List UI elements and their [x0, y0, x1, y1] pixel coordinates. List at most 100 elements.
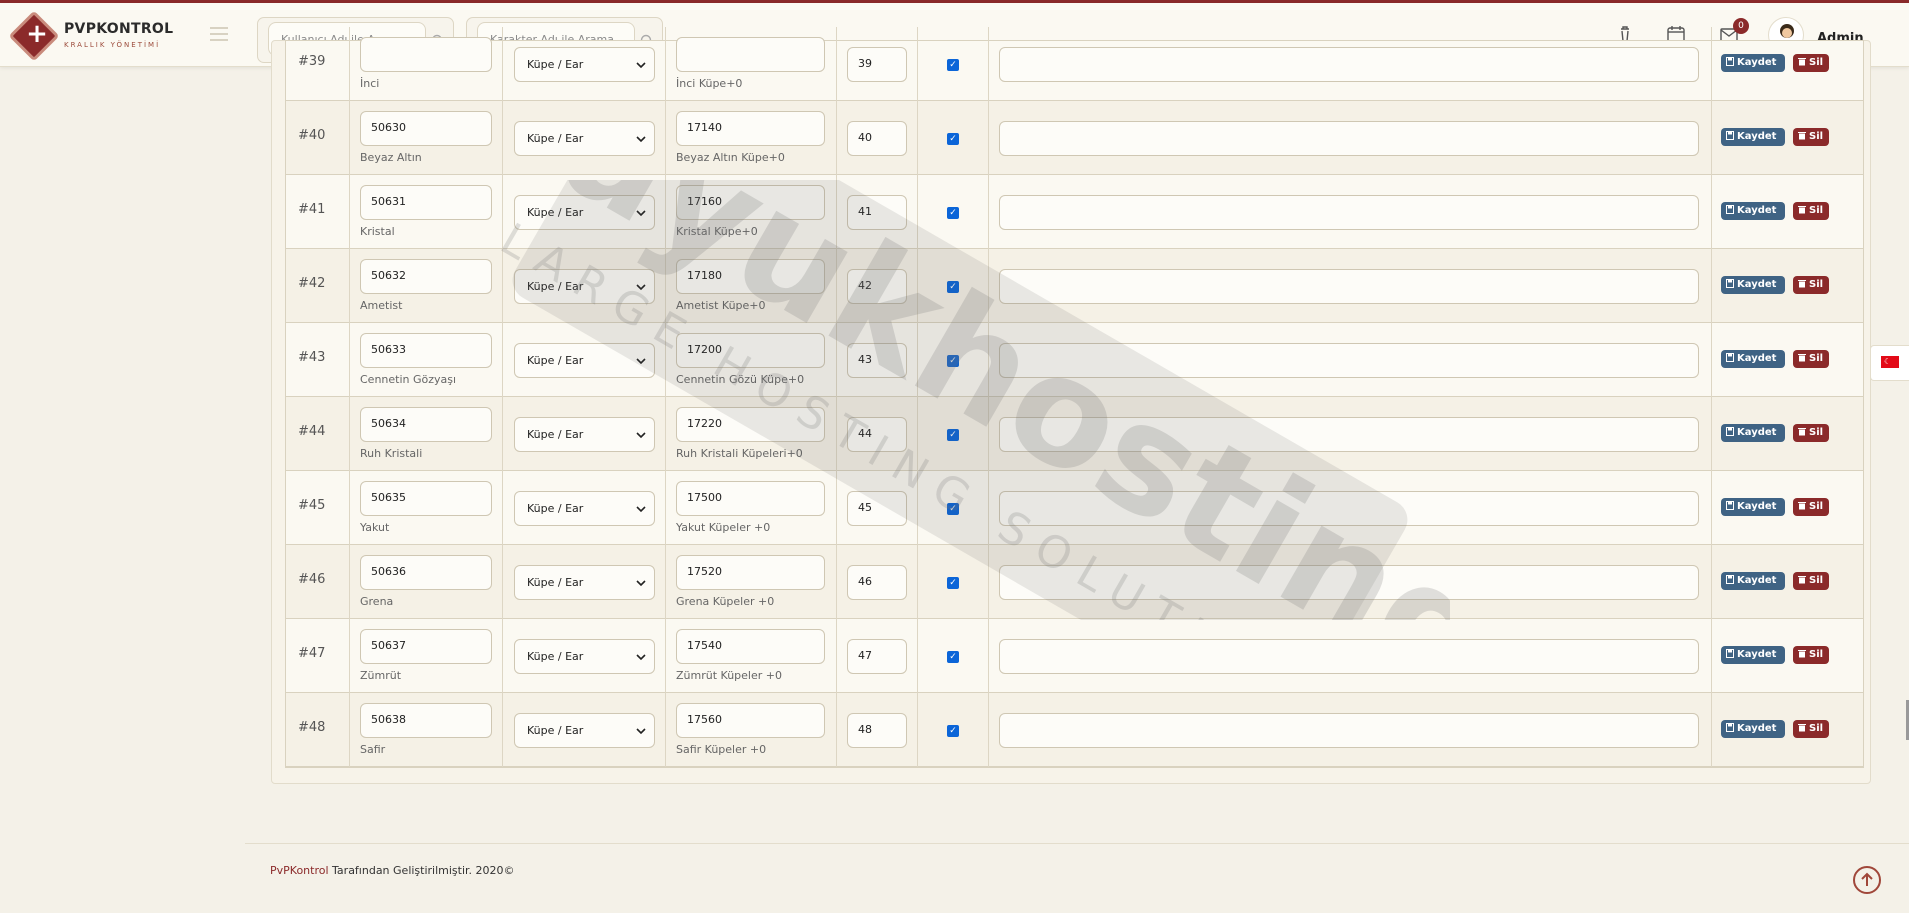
active-checkbox[interactable]: ✓ [947, 429, 959, 441]
save-button[interactable]: Kaydet [1721, 720, 1785, 738]
delete-button[interactable]: Sil [1793, 646, 1829, 664]
language-switcher[interactable]: ☾ [1870, 345, 1909, 381]
delete-button[interactable]: Sil [1793, 424, 1829, 442]
save-button[interactable]: Kaydet [1721, 350, 1785, 368]
item-code-input[interactable]: 50634 [360, 407, 492, 442]
save-button[interactable]: Kaydet [1721, 572, 1785, 590]
cell-divider [917, 545, 918, 619]
save-button[interactable]: Kaydet [1721, 202, 1785, 220]
delete-button[interactable]: Sil [1793, 572, 1829, 590]
order-input[interactable]: 48 [847, 713, 907, 748]
item-type-select[interactable]: Küpe / Ear [514, 639, 655, 674]
note-input[interactable] [999, 343, 1699, 378]
save-button[interactable]: Kaydet [1721, 646, 1785, 664]
note-input[interactable] [999, 47, 1699, 82]
table-row: #44 50634 Ruh Kristali Küpe / Ear 17220 Ruh K… [286, 397, 1863, 471]
chevron-down-icon [636, 654, 646, 661]
note-input[interactable] [999, 417, 1699, 452]
order-input[interactable]: 45 [847, 491, 907, 526]
trash-icon [1798, 576, 1806, 584]
upgrade-code-input[interactable]: 17560 [676, 703, 825, 738]
item-code-input[interactable] [360, 37, 492, 72]
order-input[interactable]: 43 [847, 343, 907, 378]
item-code-input[interactable]: 50636 [360, 555, 492, 590]
order-input[interactable]: 39 [847, 47, 907, 82]
item-code-input[interactable]: 50635 [360, 481, 492, 516]
upgrade-code-input[interactable]: 17520 [676, 555, 825, 590]
active-checkbox[interactable]: ✓ [947, 59, 959, 71]
item-code-input[interactable]: 50637 [360, 629, 492, 664]
active-checkbox[interactable]: ✓ [947, 355, 959, 367]
item-type-select[interactable]: Küpe / Ear [514, 121, 655, 156]
upgrade-code-input[interactable]: 17500 [676, 481, 825, 516]
item-type-select[interactable]: Küpe / Ear [514, 417, 655, 452]
active-checkbox[interactable]: ✓ [947, 503, 959, 515]
active-checkbox[interactable]: ✓ [947, 207, 959, 219]
footer-brand-link[interactable]: PvPKontrol [270, 864, 329, 877]
upgrade-code-input[interactable]: 17140 [676, 111, 825, 146]
cell-divider [1711, 249, 1712, 323]
item-type-select[interactable]: Küpe / Ear [514, 491, 655, 526]
delete-button[interactable]: Sil [1793, 276, 1829, 294]
active-checkbox[interactable]: ✓ [947, 725, 959, 737]
delete-button[interactable]: Sil [1793, 720, 1829, 738]
scroll-top-button[interactable] [1853, 866, 1881, 894]
order-input[interactable]: 46 [847, 565, 907, 600]
save-button[interactable]: Kaydet [1721, 424, 1785, 442]
order-input[interactable]: 47 [847, 639, 907, 674]
order-input[interactable]: 42 [847, 269, 907, 304]
item-code-input[interactable]: 50633 [360, 333, 492, 368]
upgrade-code-input[interactable] [676, 37, 825, 72]
note-input[interactable] [999, 269, 1699, 304]
note-input[interactable] [999, 639, 1699, 674]
upgrade-code-input[interactable]: 17540 [676, 629, 825, 664]
chevron-down-icon [636, 580, 646, 587]
item-name-label: Grena [360, 595, 394, 608]
order-input[interactable]: 44 [847, 417, 907, 452]
order-input[interactable]: 40 [847, 121, 907, 156]
delete-button[interactable]: Sil [1793, 498, 1829, 516]
cell-divider [665, 471, 666, 545]
item-code-input[interactable]: 50632 [360, 259, 492, 294]
upgrade-code-input[interactable]: 17200 [676, 333, 825, 368]
trash-icon [1798, 650, 1806, 658]
table-row: #39 İnci Küpe / Ear İnci Küpe+0 39 ✓ Kaydet Sil [286, 27, 1863, 101]
item-type-select[interactable]: Küpe / Ear [514, 195, 655, 230]
delete-button[interactable]: Sil [1793, 350, 1829, 368]
upgrade-code-input[interactable]: 17160 [676, 185, 825, 220]
delete-button[interactable]: Sil [1793, 54, 1829, 72]
item-type-select[interactable]: Küpe / Ear [514, 343, 655, 378]
note-input[interactable] [999, 713, 1699, 748]
upgrade-code-input[interactable]: 17220 [676, 407, 825, 442]
item-name-label: Cennetin Gözyaşı [360, 373, 457, 386]
save-button[interactable]: Kaydet [1721, 128, 1785, 146]
item-type-select[interactable]: Küpe / Ear [514, 269, 655, 304]
cell-divider [836, 693, 837, 767]
cell-divider [836, 619, 837, 693]
save-label: Kaydet [1737, 279, 1777, 290]
item-code-input[interactable]: 50638 [360, 703, 492, 738]
save-button[interactable]: Kaydet [1721, 276, 1785, 294]
active-checkbox[interactable]: ✓ [947, 651, 959, 663]
order-input[interactable]: 41 [847, 195, 907, 230]
save-button[interactable]: Kaydet [1721, 498, 1785, 516]
item-type-select[interactable]: Küpe / Ear [514, 565, 655, 600]
active-checkbox[interactable]: ✓ [947, 133, 959, 145]
delete-button[interactable]: Sil [1793, 202, 1829, 220]
note-input[interactable] [999, 565, 1699, 600]
item-type-select[interactable]: Küpe / Ear [514, 713, 655, 748]
item-code-input[interactable]: 50630 [360, 111, 492, 146]
note-input[interactable] [999, 121, 1699, 156]
note-input[interactable] [999, 195, 1699, 230]
delete-button[interactable]: Sil [1793, 128, 1829, 146]
item-code-input[interactable]: 50631 [360, 185, 492, 220]
delete-label: Sil [1809, 205, 1824, 216]
upgrade-code-input[interactable]: 17180 [676, 259, 825, 294]
item-name-label: Ruh Kristali [360, 447, 423, 460]
active-checkbox[interactable]: ✓ [947, 281, 959, 293]
item-type-select[interactable]: Küpe / Ear [514, 47, 655, 82]
save-button[interactable]: Kaydet [1721, 54, 1785, 72]
active-checkbox[interactable]: ✓ [947, 577, 959, 589]
menu-icon[interactable] [210, 27, 228, 41]
note-input[interactable] [999, 491, 1699, 526]
